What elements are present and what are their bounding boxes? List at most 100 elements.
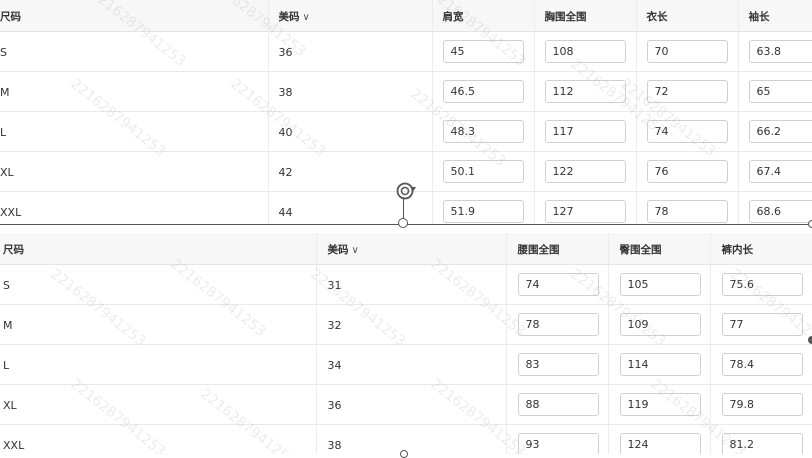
sleeve-cell (738, 151, 812, 191)
chest-cell (534, 71, 636, 111)
length-cell (636, 191, 738, 224)
shoulder-input[interactable] (443, 80, 524, 103)
resize-handle-right-lower[interactable] (808, 336, 812, 344)
size-label: XL (0, 166, 14, 179)
chest-input[interactable] (545, 40, 626, 63)
size-label: L (0, 126, 6, 139)
us-size-cell: 40 (268, 111, 432, 151)
us-size-label: 38 (279, 86, 293, 99)
inseam-input[interactable] (722, 313, 803, 336)
shoulder-input[interactable] (443, 120, 524, 143)
chest-input[interactable] (545, 120, 626, 143)
inseam-cell (710, 424, 812, 454)
inseam-input[interactable] (722, 393, 803, 416)
header-chest: 胸围全围 (534, 0, 636, 31)
waist-input[interactable] (518, 353, 599, 376)
length-input[interactable] (647, 40, 728, 63)
hip-cell (608, 344, 710, 384)
table-row: M 38 (0, 71, 812, 111)
chevron-down-icon[interactable]: ∨ (352, 245, 359, 256)
sleeve-input[interactable] (749, 40, 812, 63)
length-input[interactable] (647, 200, 728, 223)
shoulder-cell (432, 151, 534, 191)
size-label: L (3, 359, 9, 372)
length-input[interactable] (647, 160, 728, 183)
size-cell: XL (0, 384, 316, 424)
table-row: S 36 (0, 31, 812, 71)
shoulder-cell (432, 111, 534, 151)
hip-input[interactable] (620, 433, 701, 455)
us-size-cell: 31 (316, 264, 506, 304)
us-size-label: 42 (279, 166, 293, 179)
us-size-cell: 36 (316, 384, 506, 424)
length-cell (636, 111, 738, 151)
bottom-size-table: 尺码 美码∨ 腰围全围 臀围全围 裤内长 S31M32L34XL36XXL38 (0, 233, 812, 454)
header-us-size[interactable]: 美码∨ (268, 0, 432, 31)
waist-cell (506, 264, 608, 304)
inseam-cell (710, 344, 812, 384)
us-size-cell: 34 (316, 344, 506, 384)
hip-cell (608, 384, 710, 424)
table-row: XL 36 (0, 384, 812, 424)
header-us-size-label: 美码 (279, 11, 300, 23)
chest-cell (534, 111, 636, 151)
waist-input[interactable] (518, 313, 599, 336)
chest-cell (534, 191, 636, 224)
chest-input[interactable] (545, 200, 626, 223)
hip-cell (608, 424, 710, 454)
size-cell: S (0, 31, 268, 71)
us-size-cell: 36 (268, 31, 432, 71)
resize-handle-right[interactable] (808, 220, 812, 228)
waist-input[interactable] (518, 393, 599, 416)
hip-cell (608, 304, 710, 344)
sleeve-cell (738, 191, 812, 224)
shoulder-input[interactable] (443, 160, 524, 183)
resize-handle-top[interactable] (398, 218, 408, 228)
us-size-label: 36 (279, 46, 293, 59)
header-us-size[interactable]: 美码∨ (316, 233, 506, 264)
hip-input[interactable] (620, 313, 701, 336)
inseam-input[interactable] (722, 273, 803, 296)
size-cell: S (0, 264, 316, 304)
size-label: M (0, 86, 10, 99)
length-input[interactable] (647, 120, 728, 143)
hip-input[interactable] (620, 273, 701, 296)
length-input[interactable] (647, 80, 728, 103)
rotate-icon[interactable] (393, 179, 419, 203)
us-size-label: 36 (328, 399, 342, 412)
us-size-label: 31 (328, 279, 342, 292)
sleeve-input[interactable] (749, 120, 812, 143)
size-label: XXL (3, 439, 24, 452)
length-cell (636, 71, 738, 111)
waist-input[interactable] (518, 273, 599, 296)
shoulder-input[interactable] (443, 200, 524, 223)
header-sleeve: 袖长 (738, 0, 812, 31)
shoulder-cell (432, 191, 534, 224)
sleeve-input[interactable] (749, 160, 812, 183)
header-length: 衣长 (636, 0, 738, 31)
waist-input[interactable] (518, 433, 599, 455)
chest-cell (534, 31, 636, 71)
sleeve-input[interactable] (749, 200, 812, 223)
header-us-size-label: 美码 (328, 244, 349, 256)
size-cell: XXL (0, 424, 316, 454)
size-label: XXL (0, 206, 21, 219)
size-cell: L (0, 111, 268, 151)
shoulder-input[interactable] (443, 40, 524, 63)
chest-input[interactable] (545, 160, 626, 183)
waist-cell (506, 304, 608, 344)
hip-input[interactable] (620, 353, 701, 376)
waist-cell (506, 344, 608, 384)
inseam-input[interactable] (722, 433, 803, 455)
sleeve-input[interactable] (749, 80, 812, 103)
shoulder-cell (432, 31, 534, 71)
table-header-row: 尺码 美码∨ 肩宽 胸围全围 衣长 袖长 (0, 0, 812, 31)
resize-handle-bottom[interactable] (400, 450, 408, 458)
us-size-label: 32 (328, 319, 342, 332)
chest-input[interactable] (545, 80, 626, 103)
inseam-input[interactable] (722, 353, 803, 376)
size-label: S (3, 279, 10, 292)
hip-input[interactable] (620, 393, 701, 416)
chevron-down-icon[interactable]: ∨ (303, 12, 310, 23)
sleeve-cell (738, 111, 812, 151)
